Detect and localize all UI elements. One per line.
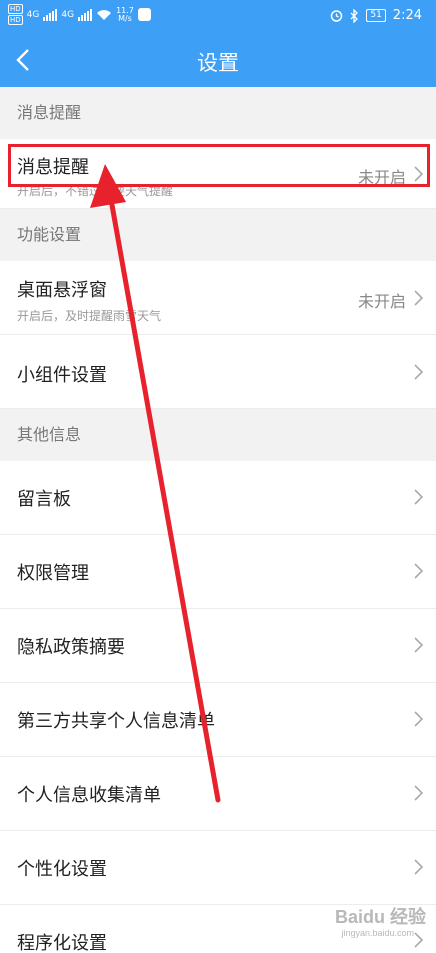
row-label: 留言板 <box>17 489 71 510</box>
network-type: 4G <box>26 9 40 20</box>
section-header-message: 消息提醒 <box>0 87 436 139</box>
app-notification-icon <box>137 8 151 21</box>
row-label: 权限管理 <box>17 563 89 584</box>
settings-row-privacy-summary[interactable]: 隐私政策摘要 <box>0 609 436 683</box>
watermark-url: jingyan.baidu.com <box>341 928 414 938</box>
status-right: 51 2:24 <box>330 8 422 23</box>
network-speed: 11.7 M/s <box>116 6 134 23</box>
bluetooth-icon <box>350 8 359 23</box>
status-bar: HD HD 4G 4G 11.7 M/s 51 2:24 <box>0 0 436 33</box>
row-label: 小组件设置 <box>17 365 107 386</box>
battery-icon: 51 <box>366 9 386 22</box>
settings-row-personalized[interactable]: 个性化设置 <box>0 831 436 905</box>
status-left: HD HD 4G 4G 11.7 M/s <box>8 4 151 25</box>
network-type: 4G <box>61 9 75 20</box>
row-label: 程序化设置 <box>17 933 107 953</box>
settings-row-floating-window[interactable]: 桌面悬浮窗 开启后，及时提醒雨雪天气 未开启 <box>0 261 436 335</box>
clock: 2:24 <box>392 8 422 23</box>
hd-badge: HD <box>8 15 23 25</box>
chevron-right-icon <box>414 489 424 505</box>
settings-row-third-party[interactable]: 第三方共享个人信息清单 <box>0 683 436 757</box>
speed-unit: M/s <box>118 13 132 23</box>
settings-row-permissions[interactable]: 权限管理 <box>0 535 436 609</box>
watermark-logo: Baidu 经验 <box>334 907 426 927</box>
section-header-other: 其他信息 <box>0 409 436 461</box>
chevron-right-icon <box>414 785 424 801</box>
chevron-right-icon <box>414 364 424 380</box>
chevron-right-icon <box>414 859 424 875</box>
page-title: 设置 <box>197 51 239 75</box>
chevron-right-icon <box>414 637 424 653</box>
settings-row-message-board[interactable]: 留言板 <box>0 461 436 535</box>
settings-row-personal-info[interactable]: 个人信息收集清单 <box>0 757 436 831</box>
section-header-function: 功能设置 <box>0 209 436 261</box>
row-subtitle: 开启后，及时提醒雨雪天气 <box>17 309 162 323</box>
wifi-icon <box>97 9 112 20</box>
alarm-icon <box>331 10 343 22</box>
highlight-box <box>8 144 430 187</box>
settings-row-widget[interactable]: 小组件设置 <box>0 335 436 409</box>
row-label: 第三方共享个人信息清单 <box>17 711 215 732</box>
chevron-right-icon <box>414 563 424 579</box>
row-label: 桌面悬浮窗 <box>17 280 107 301</box>
chevron-right-icon <box>414 711 424 727</box>
row-label: 个性化设置 <box>17 859 107 880</box>
row-label: 个人信息收集清单 <box>17 785 161 806</box>
title-bar: 设置 <box>0 33 436 87</box>
chevron-right-icon <box>414 290 424 306</box>
hd-badge: HD <box>8 4 23 14</box>
row-label: 隐私政策摘要 <box>17 637 125 658</box>
signal-icon <box>43 8 58 21</box>
signal-icon <box>78 8 93 21</box>
row-value: 未开启 <box>357 292 406 311</box>
